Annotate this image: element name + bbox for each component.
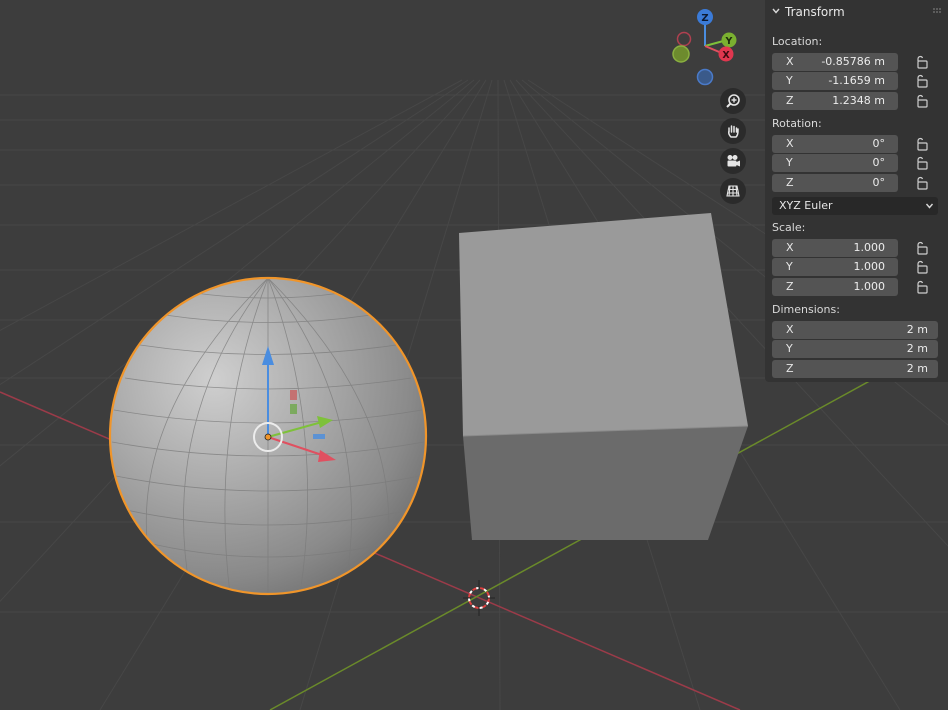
collapse-chevron-icon[interactable] <box>771 6 781 16</box>
dimensions-x-axis: X <box>786 323 794 336</box>
scale-x-field[interactable]: X 1.000 <box>772 239 898 257</box>
zoom-icon <box>726 94 740 108</box>
rotation-mode-select[interactable]: XYZ Euler <box>772 197 938 215</box>
location-z-field[interactable]: Z 1.2348 m <box>772 92 898 110</box>
scale-y-lock-icon[interactable] <box>914 260 930 274</box>
hand-icon <box>728 125 739 138</box>
location-label: Location: <box>772 35 823 48</box>
rotation-x-lock-icon[interactable] <box>914 137 930 151</box>
grid-icon <box>726 185 740 197</box>
location-x-value: -0.85786 m <box>821 55 885 68</box>
gizmo-y-label: Y <box>725 36 733 47</box>
location-x-field[interactable]: X -0.85786 m <box>772 53 898 71</box>
scale-z-field[interactable]: Z 1.000 <box>772 278 898 296</box>
gizmo-z-label: Z <box>701 13 708 24</box>
rotation-y-value: 0° <box>872 156 886 169</box>
rotation-z-value: 0° <box>872 176 886 189</box>
location-y-value: -1.1659 m <box>828 74 885 87</box>
rotation-y-axis: Y <box>786 156 793 169</box>
transform-panel: Transform Location: X -0.85786 m Y -1.16… <box>765 0 948 382</box>
chevron-down-icon <box>925 203 934 209</box>
location-y-axis: Y <box>786 74 793 87</box>
location-y-lock-icon[interactable] <box>914 74 930 88</box>
panel-title: Transform <box>785 5 845 19</box>
location-x-lock-icon[interactable] <box>914 55 930 69</box>
location-z-lock-icon[interactable] <box>914 94 930 108</box>
rotation-mode-value: XYZ Euler <box>779 199 833 212</box>
rotation-z-axis: Z <box>786 176 794 189</box>
scale-x-value: 1.000 <box>853 241 886 254</box>
rotation-label: Rotation: <box>772 117 822 130</box>
gizmo-x-label: X <box>722 50 730 61</box>
camera-icon <box>727 155 740 167</box>
dimensions-y-field[interactable]: Y 2 m <box>772 340 938 358</box>
scale-z-value: 1.000 <box>853 280 886 293</box>
scale-z-lock-icon[interactable] <box>914 280 930 294</box>
dimensions-y-value: 2 m <box>906 342 928 355</box>
scale-z-axis: Z <box>786 280 794 293</box>
rotation-z-lock-icon[interactable] <box>914 176 930 190</box>
navigation-gizmo[interactable]: Z Y X <box>672 9 737 86</box>
dimensions-label: Dimensions: <box>772 303 840 316</box>
dimensions-x-value: 2 m <box>906 323 928 336</box>
rotation-y-lock-icon[interactable] <box>914 156 930 170</box>
scale-y-field[interactable]: Y 1.000 <box>772 258 898 276</box>
dimensions-x-field[interactable]: X 2 m <box>772 321 938 339</box>
location-z-value: 1.2348 m <box>832 94 885 107</box>
location-y-field[interactable]: Y -1.1659 m <box>772 72 898 90</box>
rotation-y-field[interactable]: Y 0° <box>772 154 898 172</box>
scale-x-lock-icon[interactable] <box>914 241 930 255</box>
rotation-x-field[interactable]: X 0° <box>772 135 898 153</box>
zoom-button[interactable] <box>720 88 746 114</box>
dimensions-z-field[interactable]: Z 2 m <box>772 360 938 378</box>
rotation-x-value: 0° <box>872 137 886 150</box>
dimensions-z-axis: Z <box>786 362 794 375</box>
pan-button[interactable] <box>720 118 746 144</box>
dimensions-z-value: 2 m <box>906 362 928 375</box>
camera-view-button[interactable] <box>720 148 746 174</box>
scale-y-value: 1.000 <box>853 260 886 273</box>
scale-x-axis: X <box>786 241 794 254</box>
scale-y-axis: Y <box>786 260 793 273</box>
location-x-axis: X <box>786 55 794 68</box>
perspective-toggle-button[interactable] <box>720 178 746 204</box>
scale-label: Scale: <box>772 221 806 234</box>
cube-object[interactable] <box>459 213 749 540</box>
drag-grip-icon[interactable] <box>932 7 942 15</box>
dimensions-y-axis: Y <box>786 342 793 355</box>
location-z-axis: Z <box>786 94 794 107</box>
rotation-z-field[interactable]: Z 0° <box>772 174 898 192</box>
rotation-x-axis: X <box>786 137 794 150</box>
panel-header[interactable]: Transform <box>765 0 948 24</box>
